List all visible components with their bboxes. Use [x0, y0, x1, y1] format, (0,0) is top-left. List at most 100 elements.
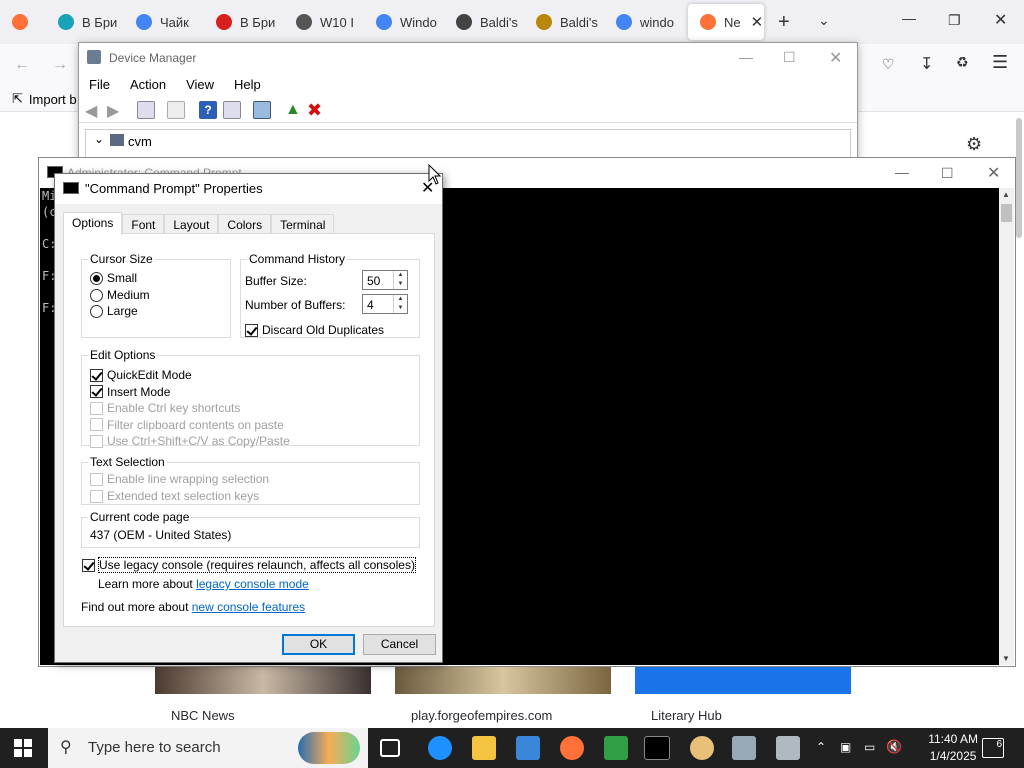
taskbar-clock[interactable]: 11:40 AM 1/4/2025	[928, 731, 978, 765]
close-tab-icon[interactable]: ✕	[751, 13, 764, 31]
tab-favicon-icon	[296, 14, 312, 30]
news-card-literary-hub[interactable]: Literary Hub	[635, 666, 851, 723]
browser-tab[interactable]: W10 I	[284, 4, 360, 40]
scroll-down-icon[interactable]: ▼	[1002, 654, 1010, 663]
properties-icon[interactable]	[137, 101, 155, 119]
browser-tab[interactable]: windo	[604, 4, 680, 40]
import-bookmarks-button[interactable]: ⇱ Import b	[12, 91, 77, 107]
discard-duplicates-checkbox[interactable]: Discard Old Duplicates	[245, 323, 384, 337]
downloads-icon[interactable]: ↧	[920, 54, 933, 74]
menu-item-help[interactable]: Help	[224, 73, 271, 95]
edge-icon[interactable]	[428, 736, 452, 760]
checkbox[interactable]	[90, 385, 103, 398]
radio-button[interactable]	[90, 288, 103, 302]
volume-muted-icon[interactable]: 🔇	[886, 739, 902, 755]
forward-icon[interactable]: ▶	[107, 101, 125, 120]
minimize-button[interactable]: —	[902, 10, 916, 26]
menu-item-action[interactable]: Action	[120, 73, 176, 95]
tab-layout[interactable]: Layout	[164, 214, 219, 235]
news-card-forge[interactable]: play.forgeofempires.com	[395, 666, 611, 723]
remote-desktop-icon[interactable]	[732, 736, 756, 760]
spinner-arrows-icon[interactable]: ▲ ▼	[393, 271, 407, 289]
cursor-large-radio[interactable]: Large	[90, 304, 138, 318]
num-buffers-spinner[interactable]: 4 ▲ ▼	[362, 294, 408, 314]
browser-tab[interactable]: Windo	[364, 4, 440, 40]
close-button[interactable]: ✕	[994, 10, 1007, 30]
device-manager-taskbar-icon[interactable]	[604, 736, 628, 760]
microsoft-store-icon[interactable]	[516, 736, 540, 760]
firefox-view-button[interactable]	[0, 4, 44, 40]
vertical-scrollbar[interactable]: ▲ ▼	[999, 188, 1014, 665]
checkbox[interactable]	[245, 323, 258, 337]
back-arrow-icon[interactable]: ←	[14, 56, 30, 74]
browser-tab[interactable]: Ne ✕	[688, 4, 764, 40]
news-card-nbc[interactable]: NBC News	[155, 666, 371, 723]
baldi-app-icon[interactable]	[690, 736, 714, 760]
help-icon[interactable]: ?	[199, 101, 217, 119]
tab-colors[interactable]: Colors	[218, 214, 272, 235]
gear-icon[interactable]: ⚙	[966, 134, 982, 155]
meet-now-icon[interactable]: ▣	[840, 740, 851, 754]
windows-start-icon[interactable]	[14, 739, 32, 757]
browser-tab[interactable]: В Бри	[46, 4, 122, 40]
taskbar-search-box[interactable]: ⚲ Type here to search	[48, 728, 368, 768]
tab-font[interactable]: Font	[122, 214, 165, 235]
close-button[interactable]: ✕	[829, 48, 842, 68]
network-app-icon[interactable]	[776, 736, 800, 760]
cursor-small-radio[interactable]: Small	[90, 271, 137, 285]
back-icon[interactable]: ◀	[85, 101, 103, 120]
browser-tab[interactable]: Чайк	[124, 4, 200, 40]
app-menu-icon[interactable]: ☰	[992, 52, 1008, 73]
legacy-console-mode-link[interactable]: legacy console mode	[196, 577, 309, 591]
scan-hardware-icon[interactable]	[253, 101, 271, 119]
maximize-button[interactable]: ☐	[941, 165, 954, 182]
forward-arrow-icon[interactable]: →	[52, 56, 68, 74]
browser-tab[interactable]: Baldi's	[524, 4, 600, 40]
notification-center-icon[interactable]: 6	[982, 738, 1004, 758]
pocket-icon[interactable]: ♡	[882, 56, 895, 73]
checkbox[interactable]	[82, 558, 95, 572]
task-view-icon[interactable]	[380, 739, 400, 757]
scroll-up-icon[interactable]: ▲	[1002, 190, 1010, 199]
browser-tab[interactable]: В Бри	[204, 4, 280, 40]
cursor-medium-radio[interactable]: Medium	[90, 288, 150, 302]
minimize-button[interactable]: —	[739, 49, 753, 65]
tree-root-node[interactable]: cvm	[128, 134, 152, 149]
maximize-button[interactable]: ☐	[783, 49, 796, 66]
list-view-icon[interactable]	[167, 101, 185, 119]
option-checkbox-row[interactable]: Insert Mode	[90, 385, 170, 399]
radio-button[interactable]	[90, 271, 103, 285]
collapse-chevron-icon[interactable]: ⌄	[94, 132, 104, 146]
tab-terminal[interactable]: Terminal	[271, 214, 335, 235]
close-button[interactable]: ✕	[987, 163, 1000, 183]
spinner-arrows-icon[interactable]: ▲ ▼	[393, 295, 407, 313]
update-driver-icon[interactable]: ▲	[285, 101, 303, 119]
scroll-thumb[interactable]	[1001, 204, 1012, 222]
firefox-taskbar-icon[interactable]	[560, 736, 584, 760]
news-thumbnail	[155, 666, 371, 694]
action-pane-icon[interactable]	[223, 101, 241, 119]
network-icon[interactable]: ▭	[864, 740, 875, 754]
command-prompt-taskbar-icon[interactable]	[644, 736, 670, 760]
checkbox[interactable]	[90, 368, 103, 382]
legacy-console-checkbox[interactable]: Use legacy console (requires relaunch, a…	[82, 557, 416, 573]
page-scrollbar[interactable]	[1016, 118, 1022, 238]
tab-options[interactable]: Options	[63, 212, 123, 235]
radio-button[interactable]	[90, 304, 103, 318]
maximize-button[interactable]: ❐	[948, 12, 961, 29]
menu-item-view[interactable]: View	[176, 73, 224, 95]
minimize-button[interactable]: —	[895, 164, 909, 180]
new-tab-plus-icon[interactable]: +	[778, 11, 790, 34]
extensions-icon[interactable]: ♻	[956, 54, 969, 71]
ok-button[interactable]: OK	[282, 634, 355, 655]
new-console-features-link[interactable]: new console features	[192, 600, 305, 614]
show-hidden-icons-chevron-icon[interactable]: ⌃	[816, 740, 826, 754]
uninstall-icon[interactable]: ✖	[307, 101, 325, 119]
cancel-button[interactable]: Cancel	[363, 634, 436, 655]
menu-item-file[interactable]: File	[79, 73, 120, 95]
file-explorer-icon[interactable]	[472, 736, 496, 760]
option-checkbox-row[interactable]: QuickEdit Mode	[90, 368, 192, 382]
browser-tab[interactable]: Baldi's	[444, 4, 520, 40]
list-all-tabs-chevron-icon[interactable]: ⌄	[818, 12, 830, 29]
buffer-size-spinner[interactable]: 50 ▲ ▼	[362, 270, 408, 290]
